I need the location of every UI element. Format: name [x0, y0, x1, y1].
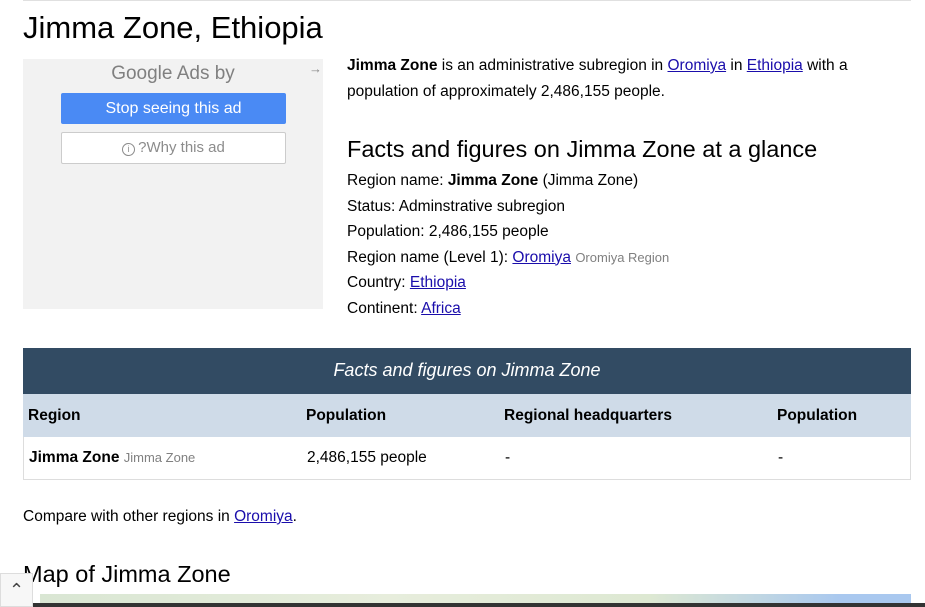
- top-divider: [23, 0, 911, 1]
- table-row: Jimma Zone Jimma Zone 2,486,155 people -…: [23, 437, 911, 480]
- compare-text: Compare with other regions in Oromiya.: [23, 505, 297, 529]
- why-this-ad-label: ?Why this ad: [138, 139, 225, 156]
- cell-region: Jimma Zone Jimma Zone: [29, 437, 195, 479]
- compare-label: Compare with other regions in: [23, 508, 235, 525]
- intro-paragraph: Jimma Zone is an administrative subregio…: [347, 53, 877, 105]
- level1-oromiya-link[interactable]: Oromiya: [512, 249, 571, 266]
- cell-region-alt: Jimma Zone: [123, 450, 196, 465]
- fact-status: Status: Adminstrative subregion: [347, 197, 565, 215]
- facts-list: Region name: Jimma Zone (Jimma Zone) Sta…: [347, 168, 669, 321]
- column-header-hq-population: Population: [777, 407, 858, 424]
- ad-header: Google Ads by: [111, 63, 235, 84]
- page-title: Jimma Zone, Ethiopia: [23, 10, 323, 45]
- fact-label: Country:: [347, 274, 410, 291]
- stop-seeing-ad-button[interactable]: Stop seeing this ad: [61, 93, 286, 124]
- cell-headquarters: -: [505, 449, 511, 466]
- column-header-region: Region: [28, 407, 81, 424]
- fact-region-name: Region name: Jimma Zone (Jimma Zone): [347, 168, 669, 194]
- fact-alt: Oromiya Region: [575, 249, 670, 265]
- fact-continent: Continent: Africa: [347, 296, 669, 322]
- fact-label: Continent:: [347, 299, 422, 317]
- chevron-up-icon: ⌃: [8, 580, 25, 600]
- fact-label: Region name:: [347, 172, 448, 189]
- info-icon: i: [122, 143, 136, 156]
- intro-text: in: [726, 57, 747, 74]
- map-heading: Map of Jimma Zone: [23, 561, 231, 587]
- oromiya-link[interactable]: Oromiya: [668, 57, 727, 74]
- column-header-population: Population: [306, 407, 387, 424]
- fact-value: Jimma Zone: [447, 172, 539, 189]
- cell-region-name: Jimma Zone: [29, 449, 120, 466]
- table-title: Facts and figures on Jimma Zone: [23, 348, 911, 394]
- column-header-headquarters: Regional headquarters: [504, 407, 672, 424]
- fact-country: Country: Ethiopia: [347, 270, 669, 296]
- ad-panel: Google Ads by → Stop seeing this ad i ?Wh…: [23, 59, 323, 309]
- ethiopia-link[interactable]: Ethiopia: [747, 57, 803, 74]
- facts-heading: Facts and figures on Jimma Zone at a gla…: [347, 136, 818, 162]
- arrow-right-icon[interactable]: →: [309, 61, 322, 76]
- intro-region-name: Jimma Zone: [347, 57, 438, 74]
- compare-oromiya-link[interactable]: Oromiya: [234, 508, 293, 525]
- continent-africa-link[interactable]: Africa: [421, 300, 461, 317]
- scroll-top-button[interactable]: ⌃: [0, 573, 33, 607]
- fact-level1: Region name (Level 1): Oromiya Oromiya R…: [347, 245, 669, 271]
- country-ethiopia-link[interactable]: Ethiopia: [410, 274, 466, 291]
- facts-table: Facts and figures on Jimma Zone Region P…: [23, 348, 911, 480]
- why-this-ad-button[interactable]: i ?Why this ad: [61, 132, 286, 164]
- cell-population: 2,486,155 people: [307, 449, 427, 466]
- fact-label: Region name (Level 1):: [347, 248, 513, 266]
- intro-text: is an administrative subregion in: [437, 57, 668, 74]
- cell-hq-population: -: [778, 449, 784, 466]
- compare-end: .: [292, 508, 297, 525]
- fact-alt: (Jimma Zone): [538, 172, 639, 189]
- bottom-bar: [0, 603, 925, 607]
- fact-population: Population: 2,486,155 people: [347, 223, 549, 240]
- table-header-row: Region Population Regional headquarters …: [23, 394, 911, 437]
